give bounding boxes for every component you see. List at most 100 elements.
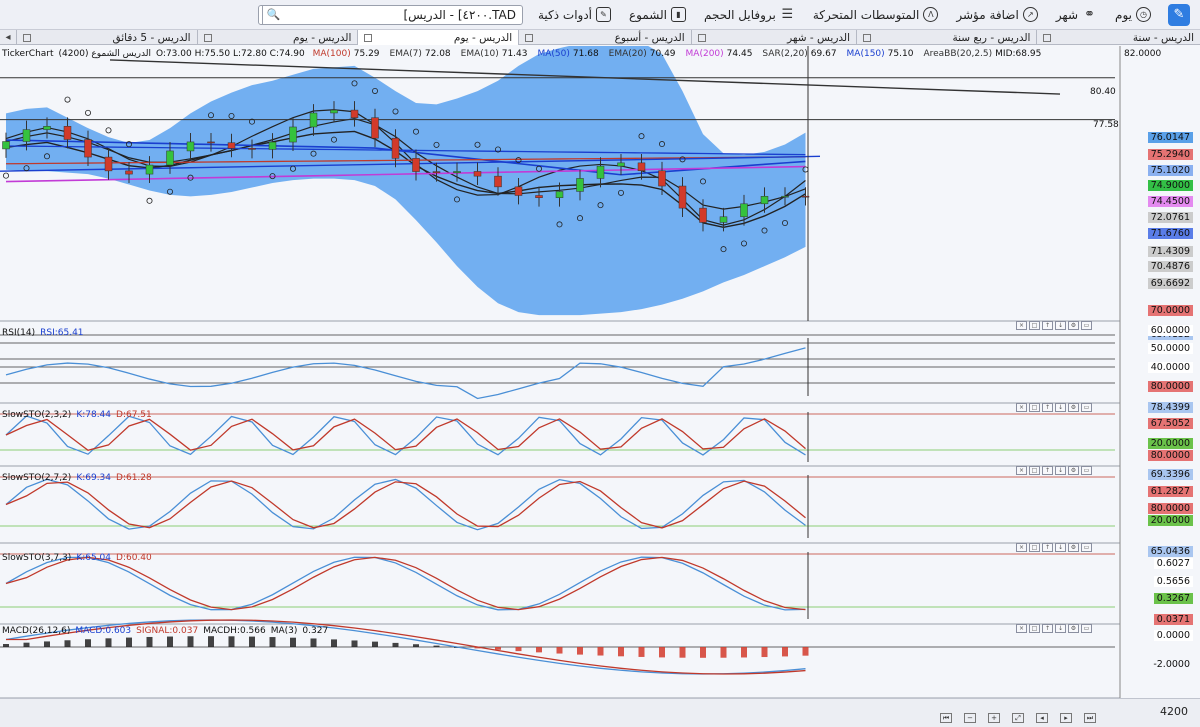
search-icon[interactable]: 🔍 <box>261 5 284 24</box>
scroll-right-icon[interactable]: ▸ <box>1060 713 1072 723</box>
macd-ma-name: MA(3) <box>270 626 298 636</box>
price-label: 75.2940 <box>1147 149 1193 160</box>
macd-ma-value: 0.327 <box>302 626 329 636</box>
navigate-last-icon[interactable]: ⏭ <box>1084 713 1096 723</box>
header-symbol: الدريس الشموع (4200) <box>58 49 151 59</box>
tab-year[interactable]: الدريس - سنة <box>1036 30 1200 45</box>
sub-axis-label: 61.2827 <box>1147 486 1193 497</box>
tabs-scroll-icon[interactable]: ◂ <box>0 30 16 44</box>
header-prefix: TickerChart <box>2 49 54 59</box>
zoom-in-icon[interactable]: + <box>988 713 1000 723</box>
tab-close-icon[interactable] <box>697 33 706 42</box>
panel-settings-icon[interactable]: ⚙ <box>1068 543 1079 552</box>
macd-histogram-bar <box>331 639 337 647</box>
panel-down-icon[interactable]: ↓ <box>1055 543 1066 552</box>
panel-down-icon[interactable]: ↓ <box>1055 321 1066 330</box>
macd-histogram-bar <box>413 644 419 647</box>
panel-maximize-icon[interactable]: □ <box>1029 466 1040 475</box>
moving-averages-button[interactable]: Λ المتوسطات المتحركة <box>804 0 947 30</box>
tab-5min[interactable]: الدريس - 5 دقائق <box>16 30 197 45</box>
candle-down <box>104 156 113 172</box>
tab-day-active[interactable]: الدريس - يوم <box>357 30 519 45</box>
panel-minimize-icon[interactable]: ▭ <box>1081 624 1092 633</box>
smart-tools-button[interactable]: ✎ أدوات ذكية <box>529 0 620 30</box>
panel-up-icon[interactable]: ↑ <box>1042 466 1053 475</box>
panel-up-icon[interactable]: ↑ <box>1042 403 1053 412</box>
toolbar-month-button[interactable]: ⚭ شهر <box>1047 0 1106 30</box>
panel-close-icon[interactable]: × <box>1016 624 1027 633</box>
smart-tools-icon: ✎ <box>596 7 611 22</box>
tab-close-icon[interactable] <box>863 33 872 42</box>
fit-icon[interactable]: ⤢ <box>1012 713 1024 723</box>
add-indicator-button[interactable]: ↗ اضافة مؤشر <box>947 0 1046 30</box>
panel-minimize-icon[interactable]: ▭ <box>1081 543 1092 552</box>
zoom-out-icon[interactable]: − <box>964 713 976 723</box>
panel-settings-icon[interactable]: ⚙ <box>1068 321 1079 330</box>
panel-down-icon[interactable]: ↓ <box>1055 403 1066 412</box>
macd-histogram-bar <box>536 647 542 653</box>
panel-down-icon[interactable]: ↓ <box>1055 466 1066 475</box>
tab-close-icon[interactable] <box>203 33 212 42</box>
navigate-first-icon[interactable]: ⏮ <box>940 713 952 723</box>
sto1-header: SlowSTO(2,3,2) K:78.44 D:67.51 <box>2 410 157 420</box>
panel-up-icon[interactable]: ↑ <box>1042 321 1053 330</box>
candle-down <box>514 186 523 196</box>
tab-close-icon[interactable] <box>364 33 373 42</box>
tab-close-icon[interactable] <box>1043 33 1052 42</box>
volume-profile-button[interactable]: ☰ بروفايل الحجم <box>695 0 804 30</box>
indicator-name: EMA(7) <box>389 49 422 59</box>
panel-maximize-icon[interactable]: □ <box>1029 403 1040 412</box>
panel-maximize-icon[interactable]: □ <box>1029 624 1040 633</box>
tab-day[interactable]: الدريس - يوم <box>196 30 358 45</box>
panel-up-icon[interactable]: ↑ <box>1042 543 1053 552</box>
panel-minimize-icon[interactable]: ▭ <box>1081 321 1092 330</box>
panel-settings-icon[interactable]: ⚙ <box>1068 466 1079 475</box>
candles-button[interactable]: ▮ الشموع <box>620 0 695 30</box>
macd-histogram-bar <box>310 638 317 647</box>
tab-label: الدريس - يوم <box>293 31 352 44</box>
tab-quarter[interactable]: الدريس - ربع سنة <box>856 30 1036 45</box>
gauge-icon: ↗ <box>1022 7 1038 22</box>
panel-close-icon[interactable]: × <box>1016 321 1027 330</box>
indicator-value: 72.08 <box>424 49 451 59</box>
chart-tabs: الدريس - سنة الدريس - ربع سنة الدريس - ش… <box>0 30 1200 45</box>
tab-close-icon[interactable] <box>23 33 32 42</box>
panel-maximize-icon[interactable]: □ <box>1029 321 1040 330</box>
macd-histogram-bar <box>659 647 665 658</box>
indicator-value: 74.45 <box>726 49 753 59</box>
panel-up-icon[interactable]: ↑ <box>1042 624 1053 633</box>
macd-signal: SIGNAL:0.037 <box>136 626 199 636</box>
panel-close-icon[interactable]: × <box>1016 543 1027 552</box>
sto2-d: D:61.28 <box>116 473 152 483</box>
indicator-3: MA(50) 71.68 <box>538 49 604 59</box>
panel-minimize-icon[interactable]: ▭ <box>1081 466 1092 475</box>
sub-axis-label: 80.0000 <box>1147 381 1193 392</box>
chart-area[interactable]: TickerChart الدريس الشموع (4200) O:73.00 H… <box>0 46 1200 727</box>
panel-close-icon[interactable]: × <box>1016 403 1027 412</box>
panel-settings-icon[interactable]: ⚙ <box>1068 403 1079 412</box>
candle-up <box>309 112 318 128</box>
candle-down <box>473 171 482 177</box>
indicator-7: MA(150) 75.10 <box>847 49 919 59</box>
panel-close-icon[interactable]: × <box>1016 466 1027 475</box>
macd-histogram-bar <box>597 647 604 656</box>
tab-close-icon[interactable] <box>525 33 534 42</box>
tab-label: الدريس - سنة <box>1132 31 1194 44</box>
rsi-header: RSI(14) RSI:65.41 <box>2 328 89 338</box>
app-logo-icon[interactable]: ✎ <box>1168 3 1190 26</box>
macd-histogram-bar <box>618 647 624 657</box>
panel-maximize-icon[interactable]: □ <box>1029 543 1040 552</box>
tab-week[interactable]: الدريس - أسبوع <box>518 30 691 45</box>
panel-settings-icon[interactable]: ⚙ <box>1068 624 1079 633</box>
price-label: 72.0761 <box>1147 212 1193 223</box>
candle-up <box>22 129 31 142</box>
rsi-value: RSI:65.41 <box>40 328 84 338</box>
tab-month[interactable]: الدريس - شهر <box>690 30 856 45</box>
toolbar-day-button[interactable]: ◷ يوم <box>1106 0 1160 30</box>
panel-down-icon[interactable]: ↓ <box>1055 624 1066 633</box>
scroll-left-icon[interactable]: ◂ <box>1036 713 1048 723</box>
panel-minimize-icon[interactable]: ▭ <box>1081 403 1092 412</box>
macd-histogram-bar <box>638 647 645 657</box>
candle-up <box>166 150 174 166</box>
symbol-search-input[interactable] <box>283 5 522 24</box>
